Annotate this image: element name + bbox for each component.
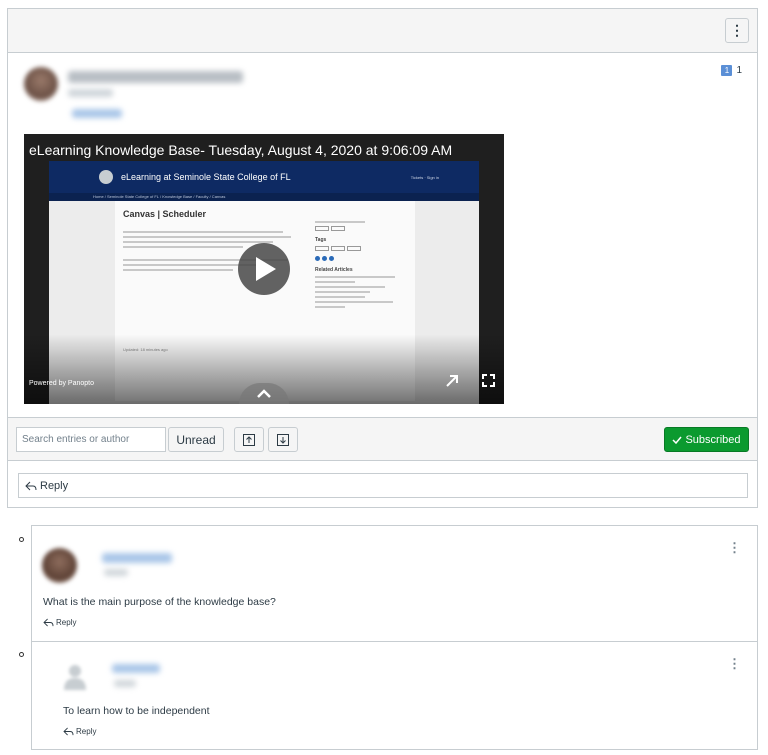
unread-filter-button[interactable]: Unread xyxy=(168,427,224,452)
video-related-label: Related Articles xyxy=(315,267,353,273)
expand-replies-button[interactable] xyxy=(268,427,298,452)
checkmark-icon xyxy=(672,436,683,444)
reply-arrow-icon xyxy=(43,618,54,627)
entry-message: What is the main purpose of the knowledg… xyxy=(43,596,276,608)
play-button[interactable] xyxy=(238,243,290,295)
avatar[interactable] xyxy=(42,548,77,583)
unread-count: 1 1 xyxy=(721,65,742,76)
open-external-icon[interactable] xyxy=(445,374,459,388)
search-input[interactable] xyxy=(16,427,166,452)
chevron-up-icon xyxy=(257,389,271,398)
video-tags-label: Tags xyxy=(315,237,327,243)
video-breadcrumb: Home / Seminole State College of FL / Kn… xyxy=(49,193,479,201)
play-icon xyxy=(256,257,276,281)
entry-options-icon[interactable]: ⋮ xyxy=(728,540,741,556)
unread-badge: 1 xyxy=(721,65,733,76)
author-link-redacted[interactable] xyxy=(72,109,122,118)
video-sidebar: Tags Related Articles xyxy=(315,221,405,311)
author-name-redacted[interactable] xyxy=(68,71,243,83)
fullscreen-icon[interactable] xyxy=(482,374,495,387)
entry-reply-label: Reply xyxy=(56,618,77,627)
reply-arrow-icon xyxy=(25,481,37,490)
video-page-heading: Canvas | Scheduler xyxy=(123,209,207,219)
default-avatar-icon[interactable] xyxy=(64,664,86,690)
subscribed-button[interactable]: Subscribed xyxy=(664,427,749,452)
avatar[interactable] xyxy=(24,67,58,101)
discussion-toolbar: Unread Subscribed xyxy=(8,417,757,461)
video-player[interactable]: eLearning Knowledge Base- Tuesday, Augus… xyxy=(24,134,504,404)
author-role-redacted xyxy=(68,89,113,97)
video-site-name: eLearning at Seminole State College of F… xyxy=(121,172,291,182)
topic-options-button[interactable]: ⋮ xyxy=(725,18,749,43)
topic-header-bar: ⋮ xyxy=(8,9,757,53)
entry-date-redacted xyxy=(104,569,128,576)
entry-reply-link[interactable]: Reply xyxy=(43,618,76,627)
reply-arrow-icon xyxy=(63,727,74,736)
video-title: eLearning Knowledge Base- Tuesday, Augus… xyxy=(29,142,453,158)
entry-reply-label: Reply xyxy=(76,727,97,736)
discussion-topic-panel: ⋮ 1 1 eLearning Knowledge Base- Tuesday,… xyxy=(7,8,758,508)
reply-button[interactable]: Reply xyxy=(18,473,748,498)
college-logo-icon xyxy=(99,170,113,184)
kebab-vertical-icon: ⋮ xyxy=(730,22,744,38)
collapse-replies-button[interactable] xyxy=(234,427,264,452)
entry-reply-link[interactable]: Reply xyxy=(63,727,96,736)
discussion-entry: ⋮ What is the main purpose of the knowle… xyxy=(31,525,758,642)
subscribed-label: Subscribed xyxy=(685,433,741,446)
entry-message: To learn how to be independent xyxy=(63,705,210,717)
list-bullet xyxy=(19,652,24,657)
author-name-redacted[interactable] xyxy=(102,553,172,563)
powered-by-label: Powered by Panopto xyxy=(29,380,94,387)
list-bullet xyxy=(19,537,24,542)
video-site-nav: eLearning at Seminole State College of F… xyxy=(49,161,479,193)
author-name-redacted[interactable] xyxy=(112,664,160,673)
reply-label: Reply xyxy=(40,479,69,492)
expand-down-icon xyxy=(277,433,289,446)
discussion-entry: ⋮ To learn how to be independent Reply xyxy=(31,641,758,750)
video-site-links: Tickets · Sign in xyxy=(410,174,439,180)
entry-date-redacted xyxy=(114,680,136,687)
post-author-header: 1 1 xyxy=(22,65,742,125)
reply-count: 1 xyxy=(736,65,742,76)
entry-options-icon[interactable]: ⋮ xyxy=(728,656,741,672)
collapse-up-icon xyxy=(243,433,255,446)
